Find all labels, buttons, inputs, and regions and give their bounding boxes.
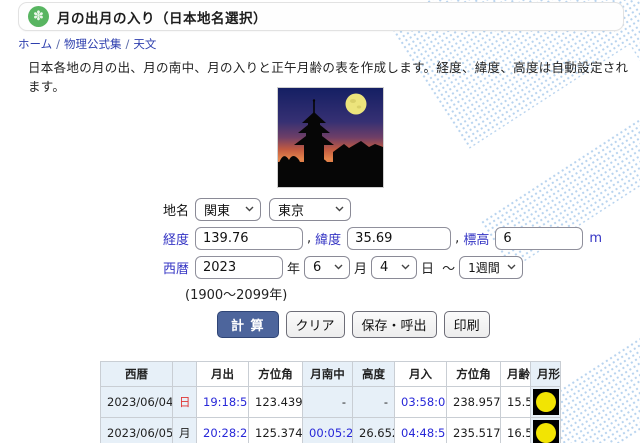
cell-moonset: 03:58:05: [395, 387, 447, 418]
range-tilde: ～: [442, 258, 455, 277]
month-suffix: 月: [354, 258, 367, 277]
cell-transit: -: [303, 387, 353, 418]
col-header-altitude: 高度: [353, 362, 395, 387]
print-button[interactable]: 印刷: [444, 311, 490, 338]
cell-dow: 日: [173, 387, 197, 418]
cell-phase: [531, 387, 561, 418]
chevron-down-icon: [334, 264, 343, 270]
page-title: 月の出月の入り（日本地名選択）: [57, 7, 267, 27]
col-header-rise-azimuth: 方位角: [249, 362, 303, 387]
full-moon-icon: [533, 420, 559, 443]
clear-button[interactable]: クリア: [286, 311, 345, 338]
range-value: 1週間: [468, 259, 500, 276]
month-select[interactable]: 6: [304, 256, 350, 279]
year-input[interactable]: [195, 256, 283, 279]
day-suffix: 日: [421, 258, 434, 277]
cell-altitude: 26.6527: [353, 418, 395, 443]
col-header-phase: 月形: [531, 362, 561, 387]
breadcrumb-separator: /: [126, 37, 130, 51]
cell-age: 16.5: [501, 418, 531, 443]
year-suffix: 年: [287, 258, 300, 277]
action-buttons: 計 算 クリア 保存・呼出 印刷: [217, 311, 497, 338]
cell-moonrise: 20:28:20: [197, 418, 249, 443]
day-select[interactable]: 4: [371, 256, 417, 279]
year-label: 西暦: [163, 258, 189, 277]
cell-moonrise: 19:18:56: [197, 387, 249, 418]
save-load-button[interactable]: 保存・呼出: [352, 311, 437, 338]
place-row: 地名 関東 東京: [163, 197, 602, 221]
elevation-unit: m: [589, 231, 602, 246]
place-label: 地名: [163, 200, 189, 219]
city-value: 東京: [278, 200, 304, 219]
result-table-container: 西暦 月出 方位角 月南中 高度 月入 方位角 月齢 月形 2023/06/04…: [100, 361, 561, 443]
col-header-moonset: 月入: [395, 362, 447, 387]
moon-form: 地名 関東 東京 経度 , 緯度 , 標高 m: [163, 197, 602, 303]
breadcrumb-link-physics[interactable]: 物理公式集: [64, 37, 122, 51]
cell-rise-azimuth: 125.3742: [249, 418, 303, 443]
breadcrumb-link-astronomy[interactable]: 天文: [133, 37, 156, 51]
city-select[interactable]: 東京: [269, 198, 351, 221]
col-header-moonrise: 月出: [197, 362, 249, 387]
full-moon-icon: [533, 389, 559, 415]
col-header-age: 月齢: [501, 362, 531, 387]
atom-flower-icon: ✽: [28, 6, 49, 27]
cell-transit: 00:05:25: [303, 418, 353, 443]
day-value: 4: [380, 260, 388, 275]
date-row: 西暦 年 6 月 4 日 ～ 1週間: [163, 255, 602, 279]
breadcrumb-link-home[interactable]: ホーム: [18, 37, 52, 51]
coordinates-row: 経度 , 緯度 , 標高 m: [163, 226, 602, 250]
longitude-label: 経度: [163, 229, 189, 248]
chevron-down-icon: [401, 264, 410, 270]
cell-date: 2023/06/05: [101, 418, 173, 443]
calculate-button[interactable]: 計 算: [217, 311, 279, 338]
comma-separator: ,: [455, 231, 459, 246]
title-bar: ✽ 月の出月の入り（日本地名選択）: [18, 2, 624, 31]
longitude-input[interactable]: [195, 227, 303, 250]
col-header-date: 西暦: [101, 362, 173, 387]
col-header-dow: [173, 362, 197, 387]
cell-dow: 月: [173, 418, 197, 443]
elevation-input[interactable]: [495, 227, 583, 250]
region-value: 関東: [204, 200, 230, 219]
sunset-pagoda-image: [277, 87, 384, 188]
chevron-down-icon: [507, 264, 516, 270]
cell-set-azimuth: 235.5174: [447, 418, 501, 443]
cell-date: 2023/06/04: [101, 387, 173, 418]
cell-rise-azimuth: 123.4390: [249, 387, 303, 418]
table-header-row: 西暦 月出 方位角 月南中 高度 月入 方位角 月齢 月形: [101, 362, 561, 387]
breadcrumb-separator: /: [56, 37, 60, 51]
page: ✽ 月の出月の入り（日本地名選択） ホーム/物理公式集/天文 日本各地の月の出、…: [0, 0, 640, 443]
breadcrumb: ホーム/物理公式集/天文: [18, 36, 156, 52]
table-row: 2023/06/04 日 19:18:56 123.4390 - - 03:58…: [101, 387, 561, 418]
cell-altitude: -: [353, 387, 395, 418]
year-range-note: (1900〜2099年): [185, 284, 602, 303]
col-header-transit: 月南中: [303, 362, 353, 387]
cell-set-azimuth: 238.9570: [447, 387, 501, 418]
chevron-down-icon: [245, 206, 254, 212]
cell-age: 15.5: [501, 387, 531, 418]
moon-result-table: 西暦 月出 方位角 月南中 高度 月入 方位角 月齢 月形 2023/06/04…: [100, 361, 561, 443]
col-header-set-azimuth: 方位角: [447, 362, 501, 387]
sunset-pagoda-svg: [278, 88, 383, 187]
latitude-label: 緯度: [315, 229, 341, 248]
elevation-label: 標高: [463, 229, 489, 248]
range-select[interactable]: 1週間: [459, 256, 523, 279]
cell-moonset: 04:48:51: [395, 418, 447, 443]
table-row: 2023/06/05 月 20:28:20 125.3742 00:05:25 …: [101, 418, 561, 443]
region-select[interactable]: 関東: [195, 198, 261, 221]
chevron-down-icon: [335, 206, 344, 212]
latitude-input[interactable]: [347, 227, 451, 250]
comma-separator: ,: [307, 231, 311, 246]
month-value: 6: [313, 260, 321, 275]
cell-phase: [531, 418, 561, 443]
